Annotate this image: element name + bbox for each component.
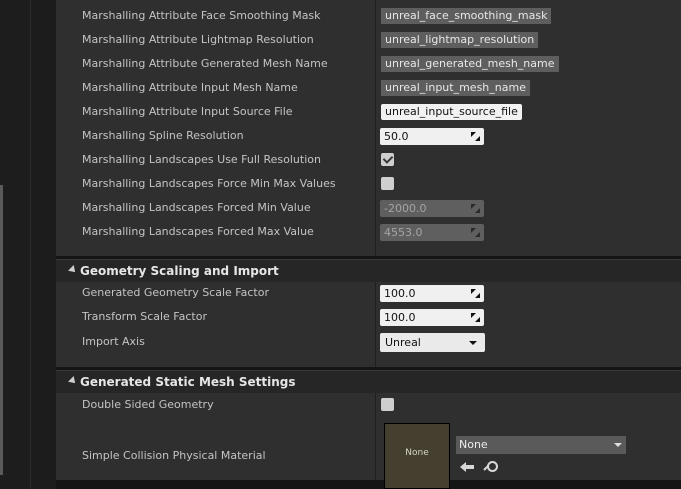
row-label: Marshalling Landscapes Forced Min Value [82,201,311,214]
row-label: Marshalling Attribute Input Source File [82,105,293,118]
row-transform-scale-factor: Transform Scale Factor 100.0 [56,305,681,329]
row-forced-max-value: Marshalling Landscapes Forced Max Value … [56,220,681,244]
row-spline-resolution: Marshalling Spline Resolution 50.0 [56,124,681,148]
row-label: Transform Scale Factor [82,310,207,323]
forced-max-value-field[interactable]: 4553.0 [380,224,484,241]
row-label: Double Sided Geometry [82,398,214,411]
geometry-section-header[interactable]: Geometry Scaling and Import [56,259,681,282]
drag-handle-icon[interactable] [471,228,480,237]
field-value: 100.0 [384,287,416,300]
row-input-mesh-name: Marshalling Attribute Input Mesh Name un… [56,76,681,100]
field-value: 50.0 [384,130,409,143]
drag-handle-icon[interactable] [471,289,480,298]
row-label: Marshalling Landscapes Use Full Resoluti… [82,153,321,166]
details-panel: Marshalling Attribute Face Smoothing Mas… [56,0,681,489]
row-label: Import Axis [82,335,145,348]
row-label: Marshalling Spline Resolution [82,129,244,142]
row-label: Marshalling Landscapes Force Min Max Val… [82,177,336,190]
left-strip [0,0,30,489]
collapse-triangle-icon[interactable] [68,265,78,275]
geometry-scale-factor-field[interactable]: 100.0 [380,285,484,302]
field-value: 100.0 [384,311,416,324]
section-title: Geometry Scaling and Import [80,264,279,278]
field-value: -2000.0 [384,202,427,215]
row-double-sided-geometry: Double Sided Geometry [56,393,681,417]
drag-handle-icon[interactable] [471,132,480,141]
use-full-resolution-checkbox[interactable] [381,153,394,166]
input-mesh-name-input[interactable]: unreal_input_mesh_name [381,80,530,96]
row-input-source-file: Marshalling Attribute Input Source File … [56,100,681,124]
picker-value: None [459,438,488,451]
row-face-smoothing-mask: Marshalling Attribute Face Smoothing Mas… [56,4,681,28]
physical-material-picker[interactable]: None [456,436,626,454]
forced-min-value-field[interactable]: -2000.0 [380,200,484,217]
drag-handle-icon[interactable] [471,204,480,213]
lightmap-resolution-input[interactable]: unreal_lightmap_resolution [381,32,539,48]
dropdown-value: Unreal [385,336,421,349]
row-label: Generated Geometry Scale Factor [82,286,269,299]
input-source-file-input[interactable]: unreal_input_source_file [381,104,522,120]
asset-thumbnail[interactable]: None [384,423,450,489]
geometry-section: Generated Geometry Scale Factor 100.0 Tr… [56,282,681,367]
row-label: Marshalling Attribute Input Mesh Name [82,81,298,94]
field-value: 4553.0 [384,226,423,239]
row-geometry-scale-factor: Generated Geometry Scale Factor 100.0 [56,281,681,305]
row-label: Marshalling Landscapes Forced Max Value [82,225,314,238]
search-icon[interactable] [482,459,498,475]
static-mesh-section-header[interactable]: Generated Static Mesh Settings [56,370,681,393]
row-force-min-max: Marshalling Landscapes Force Min Max Val… [56,172,681,196]
row-generated-mesh-name: Marshalling Attribute Generated Mesh Nam… [56,52,681,76]
chevron-down-icon [469,341,477,345]
panel-gutter [30,0,57,489]
row-use-full-resolution: Marshalling Landscapes Use Full Resoluti… [56,148,681,172]
collapse-triangle-icon[interactable] [68,376,78,386]
force-min-max-checkbox[interactable] [381,177,394,190]
generated-mesh-name-input[interactable]: unreal_generated_mesh_name [381,56,559,72]
transform-scale-factor-field[interactable]: 100.0 [380,309,484,326]
import-axis-dropdown[interactable]: Unreal [380,333,485,352]
thumbnail-label: None [405,448,429,458]
drag-handle-icon[interactable] [471,313,480,322]
spline-resolution-field[interactable]: 50.0 [380,128,484,145]
chevron-down-icon [614,443,622,447]
section-title: Generated Static Mesh Settings [80,375,296,389]
row-import-axis: Import Axis Unreal [56,330,681,354]
arrow-left-icon[interactable] [460,459,476,475]
row-label: Marshalling Attribute Face Smoothing Mas… [82,9,321,22]
row-lightmap-resolution: Marshalling Attribute Lightmap Resolutio… [56,28,681,52]
row-label: Simple Collision Physical Material [82,449,266,462]
row-label: Marshalling Attribute Generated Mesh Nam… [82,57,328,70]
row-forced-min-value: Marshalling Landscapes Forced Min Value … [56,196,681,220]
row-label: Marshalling Attribute Lightmap Resolutio… [82,33,314,46]
left-edge-bar [0,185,3,475]
marshalling-section: Marshalling Attribute Face Smoothing Mas… [56,0,681,256]
face-smoothing-mask-input[interactable]: unreal_face_smoothing_mask [381,8,552,24]
double-sided-geometry-checkbox[interactable] [381,398,394,411]
